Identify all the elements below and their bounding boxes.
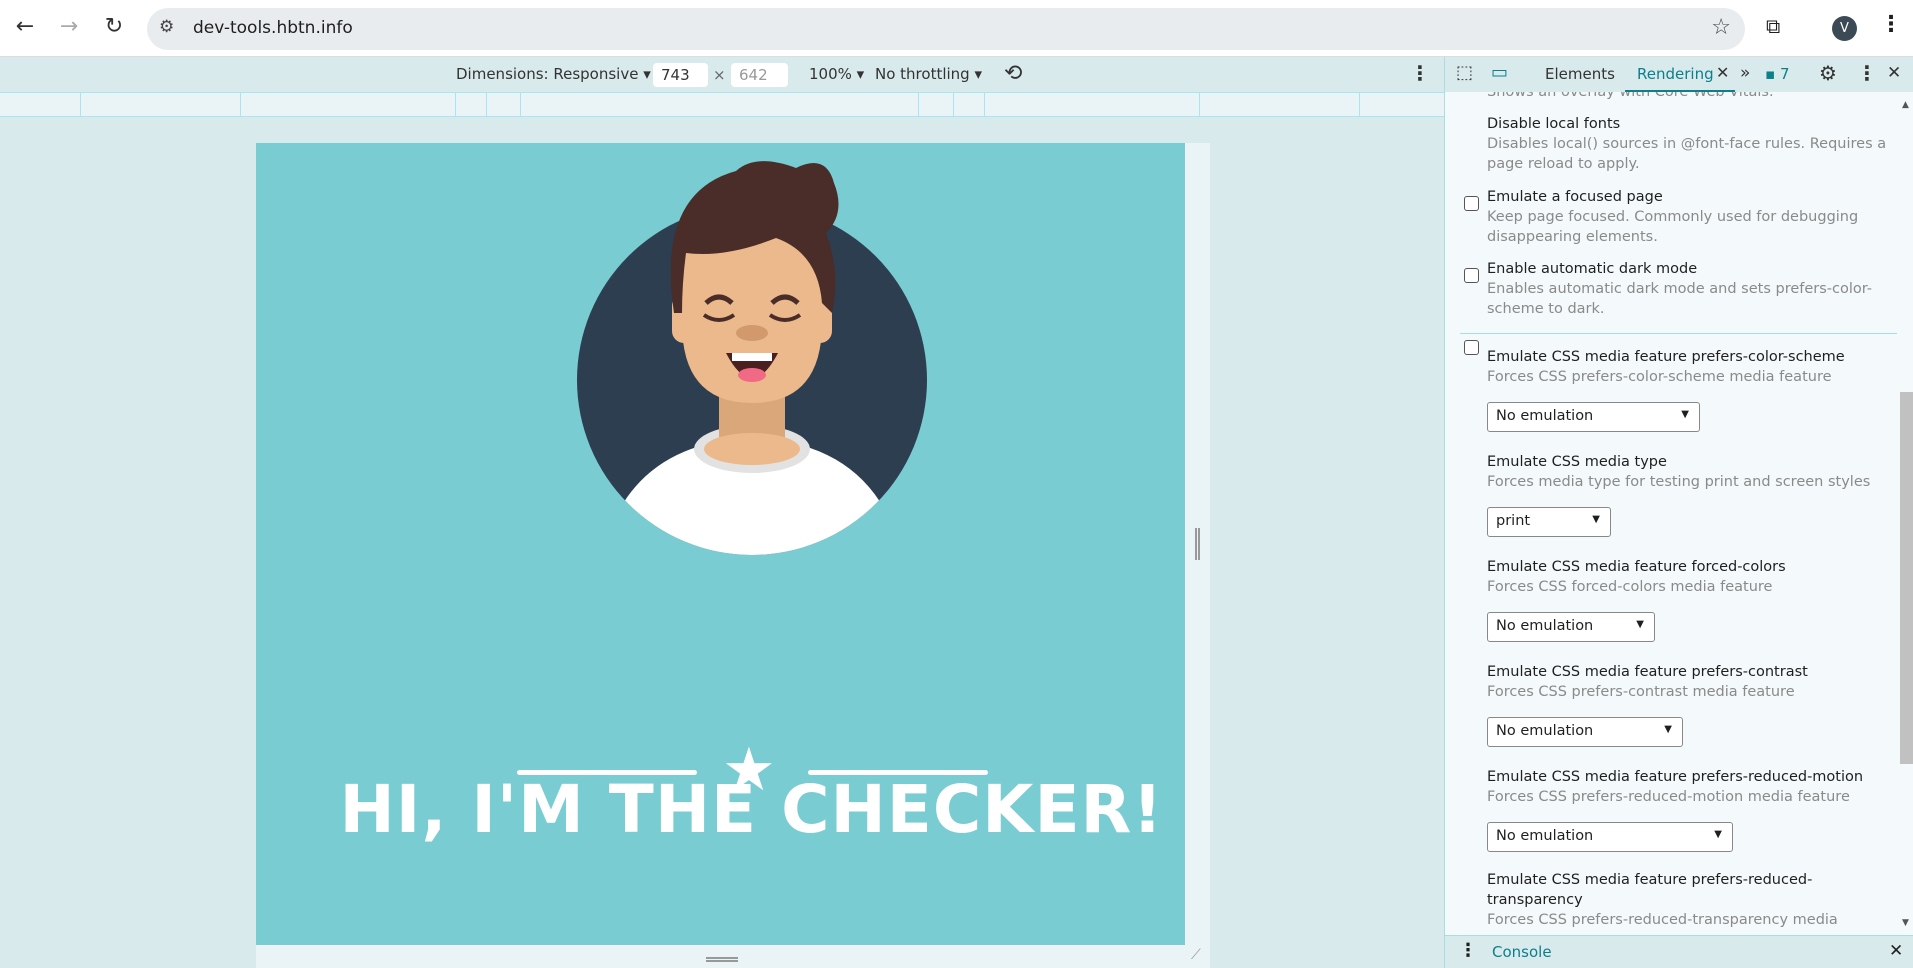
profile-avatar[interactable]: V	[1832, 16, 1857, 41]
height-input[interactable]: 642	[731, 63, 788, 87]
width-input[interactable]: 743	[653, 63, 708, 87]
option-desc: Forces CSS prefers-contrast media featur…	[1487, 684, 1795, 700]
devtools-panel: ⬚ ▭ Elements Rendering ✕ » ▪ 7 ⚙ ⋮ ✕ Sho…	[1444, 57, 1913, 968]
bookmark-star-icon[interactable]: ☆	[1711, 15, 1731, 40]
option-prefers-reduced-motion: Emulate CSS media feature prefers-reduce…	[1487, 767, 1887, 807]
option-forced-colors: Emulate CSS media feature forced-colors F…	[1487, 557, 1887, 597]
back-icon[interactable]: ←	[10, 14, 40, 39]
throttling-dropdown[interactable]: No throttling ▾	[875, 65, 982, 83]
device-more-icon[interactable]: ⋮	[1410, 61, 1430, 85]
clipped-description: Shows an overlay with Core Web Vitals.	[1487, 92, 1774, 100]
rendering-options: Shows an overlay with Core Web Vitals. D…	[1445, 92, 1899, 935]
option-title: Emulate CSS media type	[1487, 454, 1667, 470]
close-drawer-icon[interactable]: ✕	[1889, 941, 1903, 961]
browser-menu-icon[interactable]: ⋮	[1880, 12, 1902, 37]
option-desc: Forces CSS forced-colors media feature	[1487, 579, 1773, 595]
select-prefers-contrast[interactable]: No emulation ▼	[1487, 717, 1683, 747]
select-value: No emulation	[1496, 828, 1594, 844]
device-toggle-icon[interactable]: ▭	[1491, 62, 1508, 83]
drawer-menu-icon[interactable]: ⋮	[1459, 940, 1477, 961]
select-prefers-reduced-motion[interactable]: No emulation ▼	[1487, 822, 1733, 852]
select-value: print	[1496, 513, 1531, 529]
option-prefers-color-scheme: Emulate CSS media feature prefers-color-…	[1487, 347, 1887, 387]
device-toolbar: Dimensions: Responsive ▾ 743 × 642 100% …	[0, 57, 1444, 92]
page-heading: HI, I'M THE CHECKER!	[339, 771, 1164, 848]
option-desc: Forces CSS prefers-color-scheme media fe…	[1487, 369, 1832, 385]
resize-corner-icon[interactable]: ⟋	[1191, 947, 1201, 963]
resize-handle-bottom[interactable]: ⟋	[256, 945, 1210, 968]
tab-rendering-label: Rendering	[1637, 65, 1714, 83]
settings-gear-icon[interactable]: ⚙	[1819, 61, 1837, 85]
select-forced-colors[interactable]: No emulation ▼	[1487, 612, 1655, 642]
option-emulate-focused-page: Emulate a focused page Keep page focused.…	[1487, 187, 1887, 247]
rotate-icon[interactable]: ⟲	[1004, 61, 1022, 86]
option-title: Enable automatic dark mode	[1487, 261, 1698, 277]
forward-icon[interactable]: →	[54, 14, 84, 39]
media-query-ruler[interactable]	[0, 92, 1444, 117]
console-drawer: ⋮ Console ✕	[1445, 935, 1913, 968]
url-text[interactable]: dev-tools.hbtn.info	[193, 18, 353, 38]
star-icon: ★	[722, 735, 776, 805]
checker-avatar-illustration	[577, 161, 927, 555]
section-divider	[1460, 333, 1897, 334]
option-disable-local-fonts: Disable local fonts Disables local() sour…	[1487, 114, 1887, 174]
devtools-menu-icon[interactable]: ⋮	[1857, 61, 1877, 85]
option-desc: Forces CSS prefers-reduced-motion media …	[1487, 789, 1850, 805]
option-title: Emulate CSS media feature prefers-reduce…	[1487, 769, 1864, 785]
option-desc: Forces CSS prefers-reduced-transparency …	[1487, 912, 1838, 928]
resize-handle-right[interactable]	[1185, 143, 1210, 945]
option-auto-dark-mode: Enable automatic dark mode Enables automa…	[1487, 259, 1887, 319]
select-prefers-color-scheme[interactable]: No emulation ▼	[1487, 402, 1700, 432]
address-bar[interactable]: ⚙ dev-tools.hbtn.info ☆	[147, 8, 1745, 50]
times-sign: ×	[713, 66, 726, 84]
zoom-label: 100%	[809, 65, 852, 83]
scrollbar-thumb[interactable]	[1900, 392, 1913, 764]
emulated-page: HI, I'M THE CHECKER! ★	[256, 143, 1185, 945]
option-title: Emulate CSS media feature prefers-contra…	[1487, 664, 1808, 680]
tab-rendering[interactable]: Rendering ✕	[1625, 57, 1735, 92]
reload-icon[interactable]: ↻	[99, 14, 129, 39]
scrollbar[interactable]: ▲ ▼	[1899, 92, 1913, 935]
option-media-type: Emulate CSS media type Forces media type …	[1487, 452, 1887, 492]
devtools-tabbar: ⬚ ▭ Elements Rendering ✕ » ▪ 7 ⚙ ⋮ ✕	[1445, 57, 1913, 92]
close-devtools-icon[interactable]: ✕	[1887, 63, 1901, 83]
divider-line-left	[517, 770, 697, 775]
scroll-up-icon[interactable]: ▲	[1902, 100, 1909, 110]
site-info-icon[interactable]: ⚙	[159, 17, 174, 37]
extensions-icon[interactable]: ⧉	[1766, 14, 1780, 38]
close-tab-icon[interactable]: ✕	[1716, 63, 1729, 82]
option-title: Emulate CSS media feature prefers-reduce…	[1487, 872, 1813, 908]
option-title: Disable local fonts	[1487, 116, 1621, 132]
zoom-dropdown[interactable]: 100% ▾	[809, 65, 864, 83]
option-prefers-reduced-transparency: Emulate CSS media feature prefers-reduce…	[1487, 870, 1857, 930]
checkbox-auto-dark-mode[interactable]	[1464, 340, 1479, 355]
select-media-type[interactable]: print ▼	[1487, 507, 1611, 537]
option-prefers-contrast: Emulate CSS media feature prefers-contra…	[1487, 662, 1887, 702]
dimensions-label: Dimensions: Responsive	[456, 65, 639, 83]
message-count: 7	[1779, 65, 1790, 83]
scroll-down-icon[interactable]: ▼	[1902, 918, 1909, 928]
select-value: No emulation	[1496, 723, 1594, 739]
messages-badge[interactable]: ▪ 7	[1765, 65, 1789, 83]
option-desc: Keep page focused. Commonly used for deb…	[1487, 209, 1859, 245]
select-value: No emulation	[1496, 618, 1594, 634]
tab-elements[interactable]: Elements	[1545, 65, 1615, 83]
divider-line-right	[808, 770, 988, 775]
option-desc: Disables local() sources in @font-face r…	[1487, 136, 1887, 172]
dimensions-dropdown[interactable]: Dimensions: Responsive ▾	[456, 65, 651, 83]
throttling-label: No throttling	[875, 65, 970, 83]
option-title: Emulate CSS media feature forced-colors	[1487, 559, 1786, 575]
option-desc: Forces media type for testing print and …	[1487, 474, 1871, 490]
more-tabs-icon[interactable]: »	[1740, 63, 1750, 83]
option-title: Emulate CSS media feature prefers-color-…	[1487, 349, 1845, 365]
checkbox-disable-local-fonts[interactable]	[1464, 196, 1479, 211]
checkbox-emulate-focused-page[interactable]	[1464, 268, 1479, 283]
select-value: No emulation	[1496, 408, 1594, 424]
option-desc: Enables automatic dark mode and sets pre…	[1487, 281, 1873, 317]
inspect-element-icon[interactable]: ⬚	[1456, 62, 1473, 83]
option-title: Emulate a focused page	[1487, 189, 1663, 205]
browser-toolbar: ← → ↻ ⚙ dev-tools.hbtn.info ☆ ⧉ V ⋮	[0, 0, 1913, 57]
drawer-tab-console[interactable]: Console	[1492, 943, 1552, 961]
